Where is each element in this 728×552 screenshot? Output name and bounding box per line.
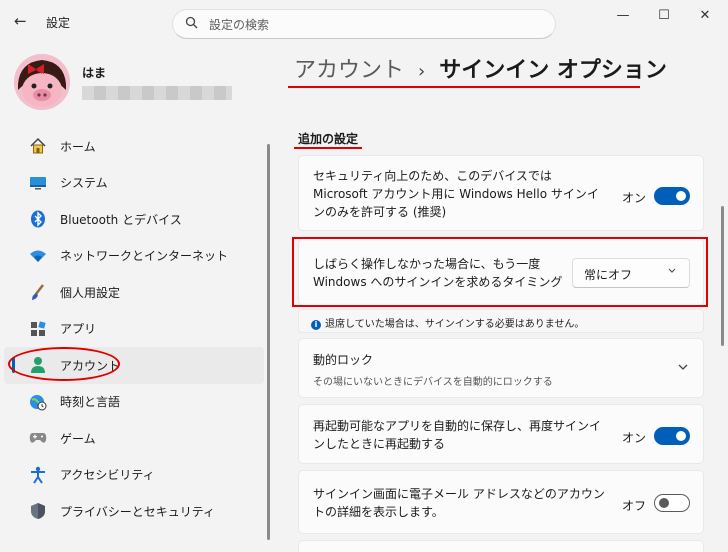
sidebar-item-label: プライバシーとセキュリティ bbox=[60, 504, 216, 519]
search-input[interactable] bbox=[209, 16, 509, 34]
setting-title: 動的ロック bbox=[313, 353, 374, 367]
search-box[interactable] bbox=[172, 9, 556, 39]
app-title: 設定 bbox=[46, 16, 71, 30]
brush-icon bbox=[28, 283, 48, 301]
gamepad-icon bbox=[28, 429, 48, 447]
breadcrumb: アカウント › サインイン オプション bbox=[294, 52, 667, 84]
breadcrumb-separator: › bbox=[418, 61, 426, 82]
sidebar-item-accessibility[interactable]: アクセシビリティ bbox=[4, 457, 264, 494]
setting-description: その場にいないときにデバイスを自動的にロックする bbox=[313, 377, 553, 388]
sidebar-item-network[interactable]: ネットワークとインターネット bbox=[4, 238, 264, 275]
setting-text: 再起動可能なアプリを自動的に保存し、再度サインインしたときに再起動する bbox=[313, 419, 602, 451]
setting-show-email: サインイン画面に電子メール アドレスなどのアカウントの詳細を表示します。 オフ bbox=[298, 470, 704, 534]
annotation-underline-title bbox=[288, 86, 640, 88]
setting-text: サインイン画面に電子メール アドレスなどのアカウントの詳細を表示します。 bbox=[313, 487, 605, 519]
sidebar-nav: ホーム システム Bluetooth とデバイス ネットワークとインターネット … bbox=[0, 128, 268, 530]
apps-icon bbox=[28, 320, 48, 338]
avatar bbox=[14, 54, 70, 110]
toggle-state-label: オン bbox=[622, 431, 647, 445]
info-icon: i bbox=[311, 320, 321, 330]
user-name: はま bbox=[82, 66, 107, 80]
sidebar-item-label: アクセシビリティ bbox=[60, 468, 155, 483]
bluetooth-icon bbox=[28, 210, 48, 228]
page-title: サインイン オプション bbox=[439, 58, 667, 83]
sidebar-item-privacy[interactable]: プライバシーとセキュリティ bbox=[4, 493, 264, 530]
setting-text: セキュリティ向上のため、このデバイスでは Microsoft アカウント用に W… bbox=[313, 169, 599, 219]
toggle-state-label: オフ bbox=[622, 499, 647, 513]
info-text: 退席していた場合は、サインインする必要はありません。 bbox=[325, 319, 585, 330]
sidebar-item-label: 時刻と言語 bbox=[60, 395, 121, 410]
close-button[interactable]: ✕ bbox=[690, 8, 720, 28]
section-title: 追加の設定 bbox=[298, 132, 359, 146]
setting-next-partial bbox=[298, 540, 704, 552]
sidebar-item-label: Bluetooth とデバイス bbox=[60, 212, 182, 227]
sidebar-item-label: ゲーム bbox=[60, 431, 96, 446]
accessibility-icon bbox=[28, 466, 48, 484]
annotation-box-require-signin bbox=[292, 237, 708, 307]
title-bar: ← 設定 — ☐ ✕ bbox=[0, 0, 728, 44]
setting-hello-only: セキュリティ向上のため、このデバイスでは Microsoft アカウント用に W… bbox=[298, 155, 704, 231]
setting-dynamic-lock[interactable]: 動的ロック その場にいないときにデバイスを自動的にロックする bbox=[298, 338, 704, 398]
sidebar-item-label: 個人用設定 bbox=[60, 285, 121, 300]
sidebar-item-personalization[interactable]: 個人用設定 bbox=[4, 274, 264, 311]
sidebar-item-gaming[interactable]: ゲーム bbox=[4, 420, 264, 457]
restart-apps-toggle[interactable] bbox=[654, 427, 690, 445]
sidebar-item-bluetooth[interactable]: Bluetooth とデバイス bbox=[4, 201, 264, 238]
back-arrow-icon[interactable]: ← bbox=[14, 12, 27, 30]
shield-icon bbox=[28, 502, 48, 520]
maximize-button[interactable]: ☐ bbox=[649, 8, 679, 28]
breadcrumb-parent[interactable]: アカウント bbox=[294, 58, 404, 83]
sidebar-scrollbar[interactable] bbox=[267, 144, 270, 540]
minimize-button[interactable]: — bbox=[608, 8, 638, 28]
search-icon bbox=[185, 16, 198, 33]
toggle-state-label: オン bbox=[622, 191, 647, 205]
hello-only-toggle[interactable] bbox=[654, 187, 690, 205]
sidebar-item-label: システム bbox=[60, 176, 108, 191]
annotation-underline-section bbox=[294, 147, 362, 149]
info-message: i 退席していた場合は、サインインする必要はありません。 bbox=[298, 309, 704, 333]
sidebar-item-home[interactable]: ホーム bbox=[4, 128, 264, 165]
home-icon bbox=[28, 137, 48, 155]
wifi-icon bbox=[28, 247, 48, 265]
monitor-icon bbox=[28, 174, 48, 192]
main-scrollbar[interactable] bbox=[721, 206, 724, 346]
sidebar-item-label: ホーム bbox=[60, 139, 96, 154]
show-email-toggle[interactable] bbox=[654, 494, 690, 512]
sidebar-item-label: アプリ bbox=[60, 322, 97, 337]
setting-restart-apps: 再起動可能なアプリを自動的に保存し、再度サインインしたときに再起動する オン bbox=[298, 404, 704, 464]
sidebar-item-apps[interactable]: アプリ bbox=[4, 311, 264, 348]
sidebar-item-time-language[interactable]: 時刻と言語 bbox=[4, 384, 264, 421]
user-email-redacted bbox=[82, 86, 232, 100]
annotation-oval-accounts bbox=[8, 347, 120, 381]
sidebar-item-label: ネットワークとインターネット bbox=[60, 249, 229, 264]
chevron-down-icon[interactable] bbox=[677, 361, 689, 376]
globe-clock-icon bbox=[28, 393, 48, 411]
sidebar-item-system[interactable]: システム bbox=[4, 165, 264, 202]
